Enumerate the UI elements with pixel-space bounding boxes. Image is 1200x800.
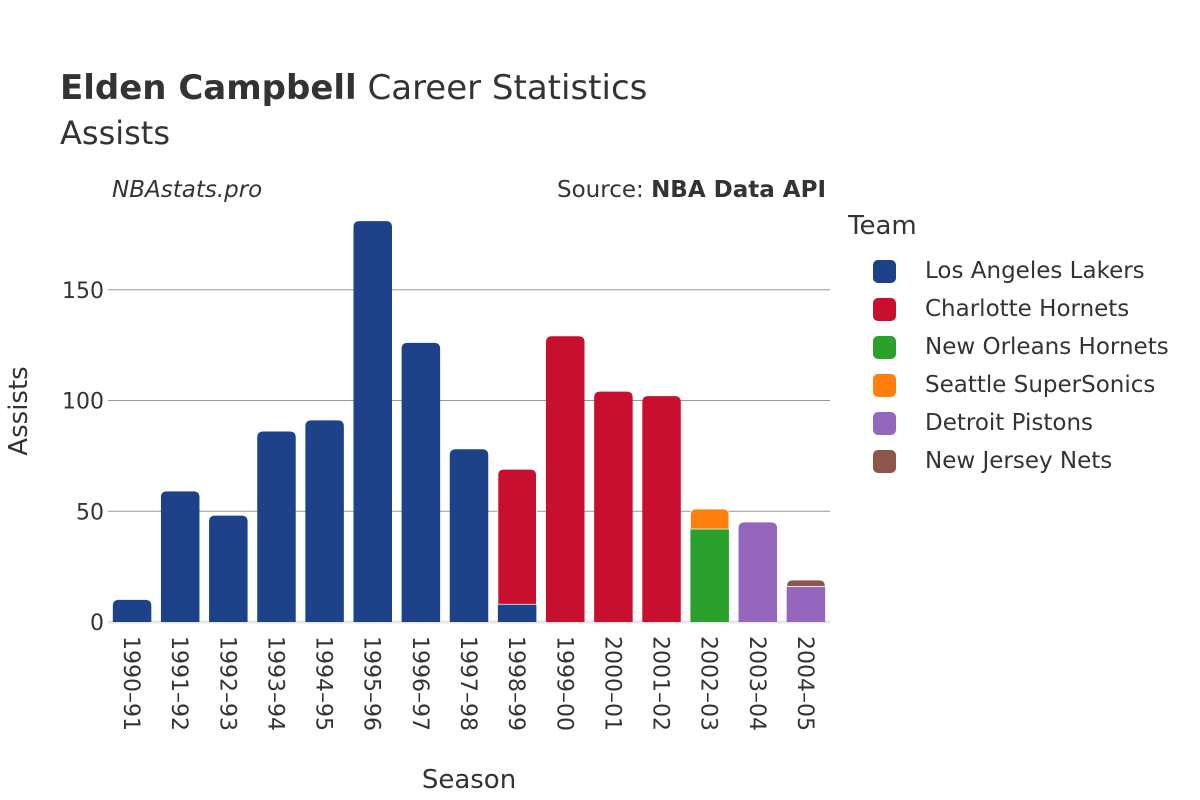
- bar-2002–03-new-orleans-hornets[interactable]: [690, 528, 729, 622]
- y-axis-label: Assists: [4, 366, 34, 455]
- x-tick-label: 2003–04: [744, 636, 769, 731]
- bar-1994–95-los-angeles-lakers[interactable]: [305, 420, 344, 622]
- bar-1992–93-los-angeles-lakers[interactable]: [209, 515, 248, 622]
- bar-1991–92-los-angeles-lakers[interactable]: [160, 491, 200, 622]
- bar-1995–96-los-angeles-lakers[interactable]: [353, 221, 392, 622]
- bar-2002–03-seattle-supersonics[interactable]: [690, 508, 730, 530]
- legend-swatch: [873, 373, 896, 397]
- legend-label: Detroit Pistons: [925, 410, 1094, 436]
- bar-2004–05-detroit-pistons[interactable]: [786, 586, 826, 622]
- x-tick-label: 1991–92: [166, 636, 191, 731]
- bar-1990–91-los-angeles-lakers[interactable]: [112, 599, 152, 622]
- legend-item-new-jersey-nets[interactable]: New Jersey Nets: [848, 442, 1169, 480]
- x-tick-label: 1998–99: [503, 636, 528, 731]
- legend-swatch: [873, 449, 896, 473]
- legend-title: Team: [848, 211, 917, 241]
- x-tick-label: 2002–03: [696, 636, 721, 731]
- bars: [112, 221, 826, 622]
- legend-swatch: [873, 259, 896, 283]
- legend-items: Los Angeles Lakers Charlotte Hornets New O…: [848, 252, 1169, 480]
- legend-item-charlotte-hornets[interactable]: Charlotte Hornets: [848, 290, 1169, 328]
- x-tick-label: 1992–93: [214, 636, 239, 731]
- legend-item-detroit-pistons[interactable]: Detroit Pistons: [848, 404, 1169, 442]
- bar-1998–99-los-angeles-lakers[interactable]: [497, 604, 537, 622]
- legend-label: Seattle SuperSonics: [925, 372, 1156, 398]
- bar-1998–99-charlotte-hornets[interactable]: [497, 468, 537, 605]
- x-tick-label: 1993–94: [262, 636, 287, 731]
- bar-1993–94-los-angeles-lakers[interactable]: [257, 431, 296, 622]
- bar-1997–98-los-angeles-lakers[interactable]: [449, 449, 489, 622]
- x-axis-label: Season: [422, 765, 516, 795]
- legend-label: Charlotte Hornets: [925, 296, 1130, 322]
- y-tick-label: 100: [62, 390, 104, 415]
- bar-2004–05-new-jersey-nets[interactable]: [786, 579, 826, 587]
- legend-label: New Jersey Nets: [925, 448, 1113, 474]
- legend-item-los-angeles-lakers[interactable]: Los Angeles Lakers: [848, 252, 1169, 290]
- legend-swatch: [873, 411, 896, 435]
- x-tick-label: 2004–05: [792, 636, 817, 731]
- legend-swatch: [873, 335, 896, 359]
- x-tick-label: 1999–00: [551, 636, 576, 731]
- bar-2001–02-charlotte-hornets[interactable]: [642, 396, 681, 622]
- y-tick-label: 0: [90, 611, 104, 636]
- x-tick-label: 2000–01: [599, 636, 624, 731]
- legend-label: Los Angeles Lakers: [925, 258, 1145, 284]
- x-tick-label: 1997–98: [455, 636, 480, 731]
- x-tick-label: 1990–91: [118, 636, 143, 731]
- legend-label: New Orleans Hornets: [925, 334, 1169, 360]
- legend: Team Los Angeles Lakers Charlotte Hornets…: [848, 208, 1169, 480]
- y-tick-label: 50: [76, 500, 104, 525]
- legend-swatch: [873, 297, 896, 321]
- x-tick-label: 1994–95: [311, 636, 336, 731]
- bar-1996–97-los-angeles-lakers[interactable]: [401, 342, 441, 622]
- x-tick-label: 2001–02: [648, 636, 673, 731]
- legend-item-seattle-supersonics[interactable]: Seattle SuperSonics: [848, 366, 1169, 404]
- x-tick-label: 1995–96: [359, 636, 384, 731]
- bar-2003–04-detroit-pistons[interactable]: [738, 522, 778, 622]
- y-tick-labels: 0 50 100 150: [62, 279, 104, 636]
- legend-item-new-orleans-hornets[interactable]: New Orleans Hornets: [848, 328, 1169, 366]
- bar-1999–00-charlotte-hornets[interactable]: [546, 336, 585, 622]
- x-tick-label: 1996–97: [407, 636, 432, 731]
- y-tick-label: 150: [62, 279, 104, 304]
- bar-2000–01-charlotte-hornets[interactable]: [594, 391, 633, 622]
- x-tick-labels: 1990–91 1991–92 1992–93 1993–94 1994–95 1995–…: [118, 636, 817, 731]
